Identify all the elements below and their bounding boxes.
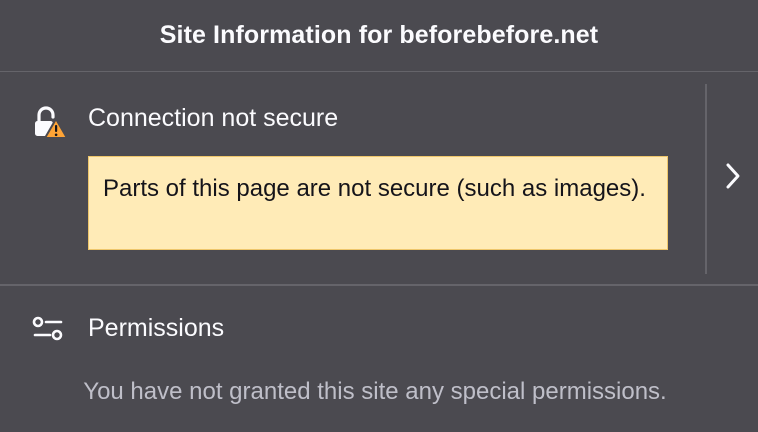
chevron-right-icon: [724, 162, 742, 195]
panel-title: Site Information for beforebefore.net: [159, 21, 599, 49]
permissions-section: Permissions You have not granted this si…: [0, 286, 758, 432]
panel-header: Site Information for beforebefore.net: [0, 0, 758, 72]
mixed-content-warning-text: Parts of this page are not secure (such …: [103, 175, 646, 202]
permissions-title: Permissions: [88, 314, 225, 342]
mixed-content-warning: Parts of this page are not secure (such …: [88, 156, 668, 250]
permissions-sliders-icon: [32, 316, 64, 342]
site-information-panel: Site Information for beforebefore.net Co…: [0, 0, 758, 432]
connection-status-title: Connection not secure: [88, 104, 339, 132]
connection-security-main: Connection not secure Parts of this page…: [0, 73, 705, 284]
connection-security-section: Connection not secure Parts of this page…: [0, 73, 758, 284]
insecure-lock-warning-icon: [32, 105, 68, 141]
security-details-button[interactable]: [707, 73, 758, 284]
permissions-description: You have not granted this site any speci…: [83, 378, 667, 405]
